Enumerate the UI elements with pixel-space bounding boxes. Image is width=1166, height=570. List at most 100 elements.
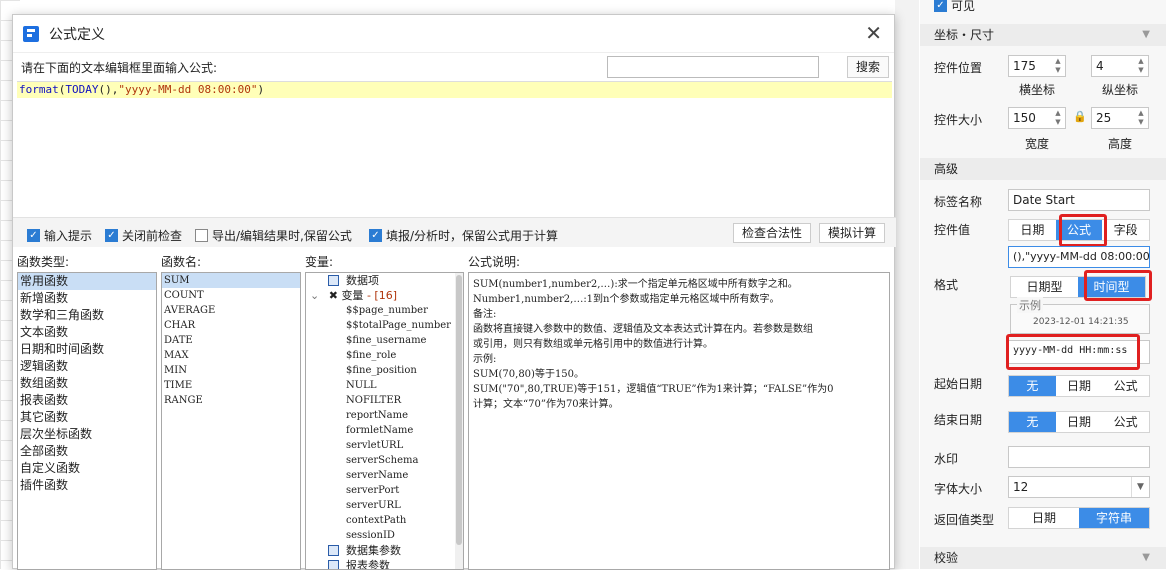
spinner-icon[interactable]: ▲ ▼ (1053, 57, 1063, 75)
list-item[interactable]: CHAR (162, 318, 300, 333)
width-input[interactable]: 150 ▲ ▼ (1008, 107, 1066, 129)
variable-item[interactable]: serverPort (306, 483, 463, 498)
tab-date-type[interactable]: 日期型 (1011, 277, 1078, 297)
function-list[interactable]: SUM COUNT AVERAGE CHAR DATE MAX MIN TIME… (161, 272, 301, 570)
watermark-input[interactable] (1008, 446, 1150, 468)
option-input-hint[interactable]: ✓ 输入提示 (27, 227, 92, 244)
tree-item-report-params[interactable]: 报表参数 (306, 558, 463, 569)
variable-item[interactable]: formletName (306, 423, 463, 438)
list-item[interactable]: 数组函数 (18, 375, 156, 392)
list-item[interactable]: 逻辑函数 (18, 358, 156, 375)
variable-tree[interactable]: 数据项 ⌄ ✖ 变量 - [16] $$page_number $$totalPa… (305, 272, 464, 570)
tab-field[interactable]: 字段 (1102, 220, 1149, 240)
lock-icon[interactable]: 🔒 (1073, 110, 1087, 123)
tab-date[interactable]: 日期 (1009, 508, 1079, 528)
list-item[interactable]: 层次坐标函数 (18, 426, 156, 443)
list-item[interactable]: MAX (162, 348, 300, 363)
highlight-box (1059, 214, 1107, 247)
list-item[interactable]: COUNT (162, 288, 300, 303)
list-item[interactable]: 文本函数 (18, 324, 156, 341)
variable-item[interactable]: NULL (306, 378, 463, 393)
tag-name-input[interactable]: Date Start (1008, 189, 1150, 211)
variable-item[interactable]: serverName (306, 468, 463, 483)
spinner-icon[interactable]: ▲ ▼ (1136, 109, 1146, 127)
spinner-icon[interactable]: ▲ ▼ (1136, 57, 1146, 75)
variable-item[interactable]: servletURL (306, 438, 463, 453)
height-input[interactable]: 25 ▲ ▼ (1091, 107, 1149, 129)
dialog-titlebar: 公式定义 ✕ (13, 15, 894, 53)
tree-item-data[interactable]: 数据项 (306, 273, 463, 288)
list-item[interactable]: SUM (162, 273, 300, 288)
list-item[interactable]: 日期和时间函数 (18, 341, 156, 358)
variable-item[interactable]: $fine_username (306, 333, 463, 348)
variable-item[interactable]: sessionID (306, 528, 463, 543)
position-label: 控件位置 (934, 61, 983, 75)
tab-string[interactable]: 字符串 (1079, 508, 1149, 528)
validate-button[interactable]: 检查合法性 (733, 223, 811, 243)
formula-value-input[interactable]: (),"yyyy-MM-dd 08:00:00") (1008, 246, 1150, 268)
checkbox-icon[interactable]: ✓ (369, 229, 382, 242)
checkbox-icon[interactable]: ✓ (105, 229, 118, 242)
chevron-down-icon[interactable]: ▼ (1142, 547, 1150, 569)
list-item[interactable]: 自定义函数 (18, 460, 156, 477)
spinner-icon[interactable]: ▲ ▼ (1053, 109, 1063, 127)
list-item[interactable]: 报表函数 (18, 392, 156, 409)
variable-item[interactable]: $$totalPage_number (306, 318, 463, 333)
checkbox-icon[interactable]: ✓ (934, 0, 947, 12)
tab-date[interactable]: 日期 (1009, 220, 1056, 240)
simulate-button[interactable]: 模拟计算 (819, 223, 885, 243)
section-coord-size[interactable]: 坐标・尺寸 ▼ (920, 24, 1166, 46)
tree-item-variables[interactable]: ⌄ ✖ 变量 - [16] (306, 288, 463, 303)
chevron-down-icon[interactable]: ▼ (1131, 477, 1149, 497)
section-advanced[interactable]: 高级 (920, 158, 1166, 180)
checkbox-icon[interactable]: ✓ (27, 229, 40, 242)
section-validation[interactable]: 校验 ▼ (920, 547, 1166, 569)
chevron-down-icon[interactable]: ⌄ (310, 289, 319, 302)
category-list[interactable]: 常用函数 新增函数 数学和三角函数 文本函数 日期和时间函数 逻辑函数 数组函数… (17, 272, 157, 570)
variable-item[interactable]: contextPath (306, 513, 463, 528)
variable-item[interactable]: reportName (306, 408, 463, 423)
scrollbar-thumb[interactable] (456, 275, 462, 545)
option-check-before-close[interactable]: ✓ 关闭前检查 (105, 227, 182, 244)
formula-editor[interactable]: format(TODAY(),"yyyy-MM-dd 08:00:00") (17, 81, 892, 214)
scrollbar[interactable] (455, 273, 463, 569)
tree-item-dataset-params[interactable]: 数据集参数 (306, 543, 463, 558)
option-keep-formula-export[interactable]: 导出/编辑结果时,保留公式 (195, 227, 352, 244)
list-item[interactable]: TIME (162, 378, 300, 393)
tab-none[interactable]: 无 (1009, 376, 1056, 396)
variable-item[interactable]: $fine_role (306, 348, 463, 363)
tab-date[interactable]: 日期 (1056, 376, 1103, 396)
pos-x-input[interactable]: 175 ▲ ▼ (1008, 55, 1066, 77)
chevron-down-icon[interactable]: ▼ (1142, 24, 1150, 46)
list-item[interactable]: DATE (162, 333, 300, 348)
tab-formula[interactable]: 公式 (1102, 376, 1149, 396)
size-label: 控件大小 (934, 113, 983, 127)
list-item[interactable]: AVERAGE (162, 303, 300, 318)
visible-option[interactable]: ✓ 可见 (934, 0, 975, 14)
list-item[interactable]: 新增函数 (18, 290, 156, 307)
list-item[interactable]: RANGE (162, 393, 300, 408)
list-item[interactable]: 常用函数 (18, 273, 156, 290)
variable-item[interactable]: $$page_number (306, 303, 463, 318)
pos-y-input[interactable]: 4 ▲ ▼ (1091, 55, 1149, 77)
close-icon[interactable]: ✕ (865, 23, 882, 43)
option-keep-formula-fill[interactable]: ✓ 填报/分析时，保留公式用于计算 (369, 227, 558, 244)
variable-item[interactable]: serverSchema (306, 453, 463, 468)
list-item[interactable]: 其它函数 (18, 409, 156, 426)
variable-item[interactable]: serverURL (306, 498, 463, 513)
search-input[interactable] (607, 56, 819, 78)
list-item[interactable]: 插件函数 (18, 477, 156, 494)
tab-formula[interactable]: 公式 (1102, 412, 1149, 432)
list-item[interactable]: 全部函数 (18, 443, 156, 460)
search-button[interactable]: 搜索 (847, 56, 889, 78)
tab-date[interactable]: 日期 (1056, 412, 1103, 432)
formula-line[interactable]: format(TODAY(),"yyyy-MM-dd 08:00:00") (17, 82, 892, 98)
font-size-select[interactable]: 12 ▼ (1008, 476, 1150, 498)
checkbox-icon[interactable] (195, 229, 208, 242)
variable-item[interactable]: NOFILTER (306, 393, 463, 408)
params-icon (328, 545, 339, 556)
list-item[interactable]: MIN (162, 363, 300, 378)
tab-none[interactable]: 无 (1009, 412, 1056, 432)
variable-item[interactable]: $fine_position (306, 363, 463, 378)
list-item[interactable]: 数学和三角函数 (18, 307, 156, 324)
